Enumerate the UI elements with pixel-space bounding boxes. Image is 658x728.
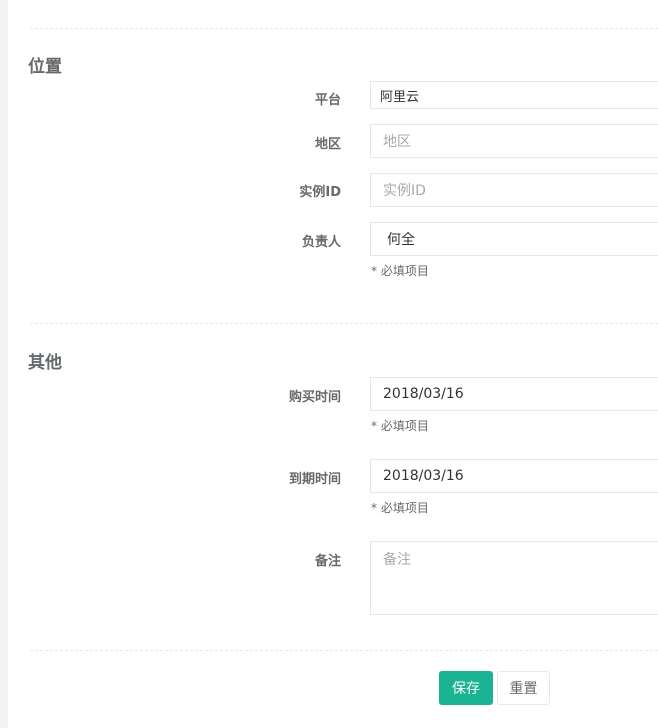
purchase-date-label: 购买时间: [288, 390, 341, 405]
divider-top: [30, 28, 658, 29]
platform-label: 平台: [314, 93, 341, 108]
expire-date-input[interactable]: 2018/03/16: [370, 459, 658, 493]
region-input[interactable]: 地区: [370, 124, 658, 158]
left-gutter: [0, 0, 8, 728]
expire-date-label: 到期时间: [288, 472, 341, 487]
purchase-date-help-text: * 必填项目: [371, 419, 429, 433]
remark-label: 备注: [314, 554, 341, 569]
platform-selected-value: 阿里云: [380, 89, 420, 105]
instance-id-input[interactable]: 实例ID: [370, 173, 658, 207]
instance-id-placeholder: 实例ID: [383, 183, 426, 199]
region-placeholder: 地区: [383, 134, 411, 150]
save-button[interactable]: 保存: [439, 671, 493, 705]
expire-date-value: 2018/03/16: [383, 468, 464, 484]
reset-button[interactable]: 重置: [497, 671, 550, 705]
instance-id-label: 实例ID: [299, 185, 341, 200]
divider-bottom: [30, 650, 658, 651]
section-title-location: 位置: [28, 57, 62, 77]
purchase-date-value: 2018/03/16: [383, 386, 464, 402]
expire-date-help-text: * 必填项目: [371, 501, 429, 515]
section-title-other: 其他: [28, 353, 62, 373]
owner-help-text: * 必填项目: [371, 264, 429, 278]
owner-select[interactable]: 何全: [370, 222, 658, 256]
remark-textarea[interactable]: 备注: [370, 541, 658, 615]
divider-middle: [30, 323, 658, 324]
region-label: 地区: [314, 137, 341, 152]
owner-label: 负责人: [301, 235, 341, 250]
purchase-date-input[interactable]: 2018/03/16: [370, 377, 658, 411]
remark-placeholder: 备注: [383, 552, 411, 568]
owner-selected-value: 何全: [387, 232, 415, 248]
platform-select[interactable]: 阿里云: [370, 81, 658, 109]
